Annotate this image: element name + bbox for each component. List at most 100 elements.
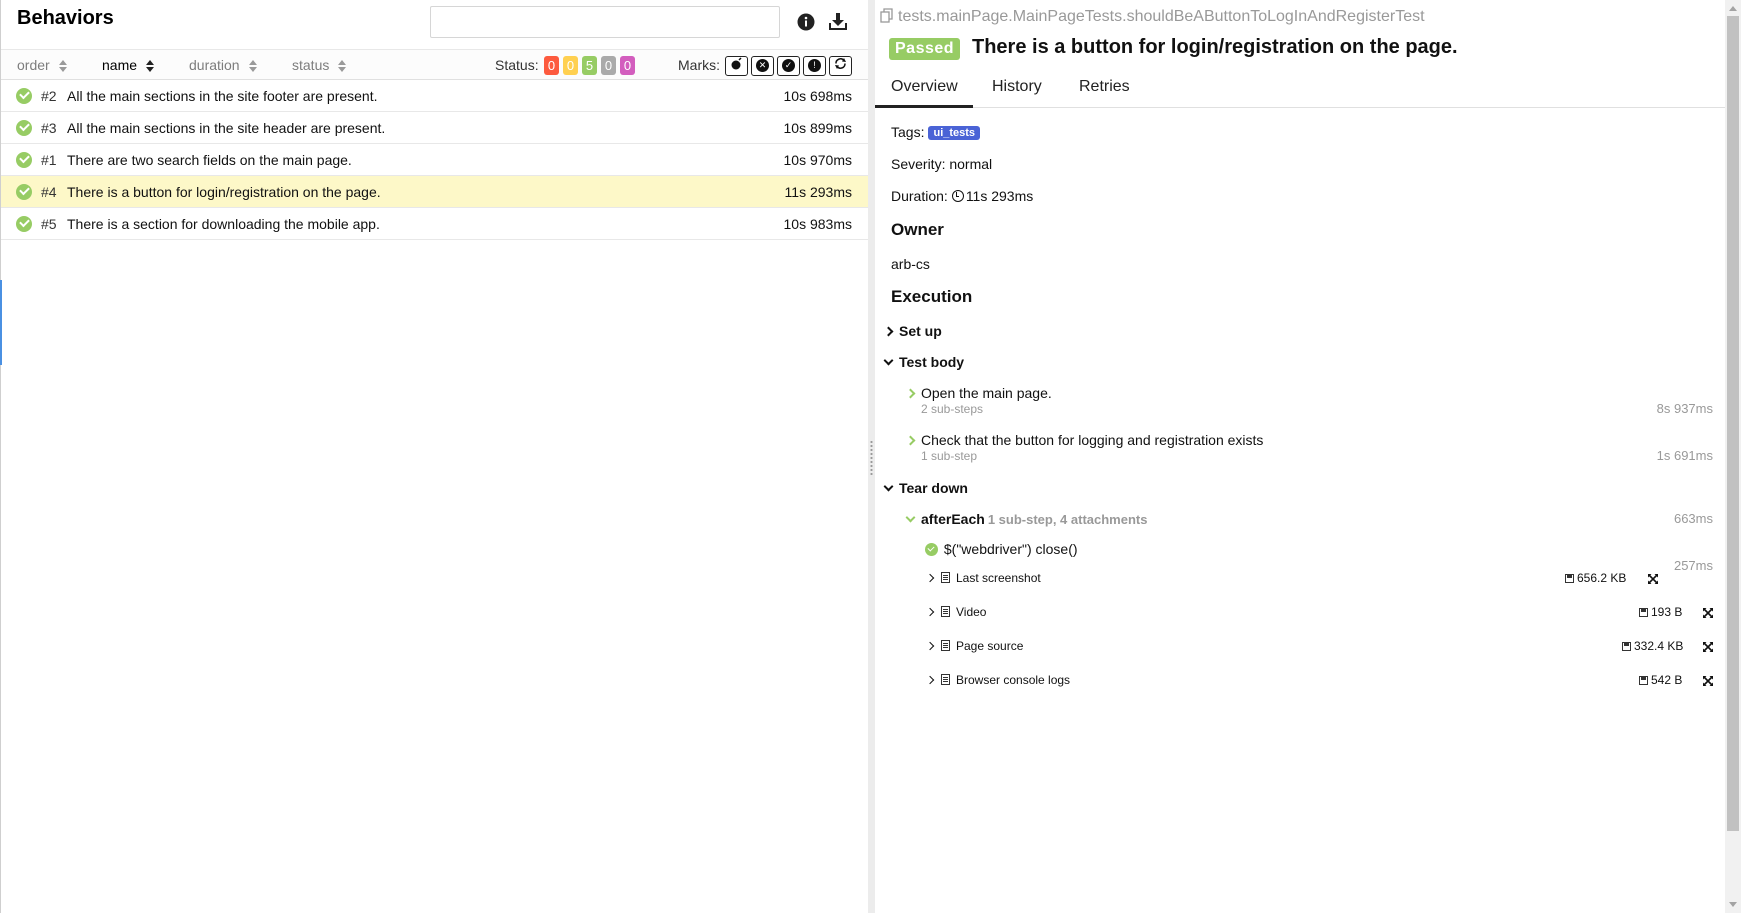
status-count-passed[interactable]: 5 [582,56,597,75]
attachment-page-source[interactable]: Page source [925,639,1023,653]
sort-order-label: order [17,57,50,73]
test-full-name[interactable]: tests.mainPage.MainPageTests.shouldBeABu… [880,8,1425,26]
test-duration: 11s 293ms [784,184,852,200]
passed-check-icon [16,88,32,104]
retries-icon[interactable] [829,56,852,76]
scroll-up-icon[interactable] [1729,6,1737,11]
status-count-skipped[interactable]: 0 [601,56,616,75]
search-input[interactable] [430,6,780,38]
setup-label: Set up [899,323,942,339]
list-item[interactable]: #2 All the main sections in the site foo… [1,80,869,112]
sort-arrows-icon [58,60,68,73]
duration-label: Duration: [891,188,948,204]
attachment-size: 332.4 KB [1622,639,1683,653]
disk-icon [1622,642,1631,651]
pane-edge-accent [0,280,2,365]
setup-group[interactable]: Set up [883,323,942,339]
test-title: All the main sections in the site header… [67,120,386,136]
detail-scrollbar[interactable] [1725,0,1741,913]
list-item[interactable]: #1 There are two search fields on the ma… [1,144,869,176]
video-file-icon [941,606,950,617]
expand-icon[interactable] [1647,573,1659,585]
passed-check-icon [16,152,32,168]
test-title-heading: There is a button for login/registration… [972,36,1458,58]
text-file-icon [941,640,950,651]
disk-icon [1639,608,1648,617]
chevron-right-icon [925,641,935,651]
list-item-selected[interactable]: #4 There is a button for login/registrat… [1,176,869,208]
test-full-name-text: tests.mainPage.MainPageTests.shouldBeABu… [898,8,1425,25]
new-passed-icon[interactable]: ✓ [777,56,800,76]
passed-check-icon [16,120,32,136]
tab-retries[interactable]: Retries [1079,78,1130,96]
flaky-icon[interactable] [725,56,748,76]
test-title: There are two search fields on the main … [67,152,352,168]
test-order: #1 [41,152,57,168]
tab-history[interactable]: History [992,78,1042,96]
test-duration: 10s 970ms [783,152,852,168]
attachment-name: Last screenshot [956,571,1041,585]
status-badge: Passed [889,38,961,60]
step-substeps: 1 sub-step [921,449,978,463]
attachment-size-value: 656.2 KB [1577,571,1627,585]
step-check-button[interactable]: Check that the button for logging and re… [905,432,1264,463]
chevron-right-icon [925,675,935,685]
duration-value: 11s 293ms [965,188,1034,204]
teardown-label: Tear down [899,480,968,496]
pane-splitter[interactable] [868,0,875,913]
severity-field: Severity: normal [891,156,993,172]
new-broken-icon[interactable]: ! [803,56,826,76]
marks-label: Marks: [678,57,720,73]
sort-name-label: name [102,57,138,73]
status-count-broken[interactable]: 0 [563,56,578,75]
tab-overview[interactable]: Overview [891,78,958,96]
tag-badge[interactable]: ui_tests [928,126,981,140]
sort-name[interactable]: name [102,57,155,73]
sort-order[interactable]: order [17,57,68,73]
after-each-step[interactable]: afterEach 1 sub-step, 4 attachments [905,511,1147,527]
scrollbar-thumb[interactable] [1727,16,1739,831]
test-body-label: Test body [899,354,965,370]
sort-duration[interactable]: duration [189,57,258,73]
substep-webdriver-close[interactable]: $("webdriver") close() [925,541,1078,557]
expand-icon[interactable] [1702,675,1714,687]
attachment-size-value: 193 B [1651,605,1683,619]
expand-icon[interactable] [1702,641,1714,653]
status-count-unknown[interactable]: 0 [620,56,635,75]
chevron-down-icon [905,512,916,523]
chevron-down-icon [883,355,894,366]
info-icon[interactable] [797,13,815,34]
test-duration: 10s 983ms [783,216,852,232]
list-item[interactable]: #5 There is a section for downloading th… [1,208,869,240]
scroll-down-icon[interactable] [1729,902,1737,907]
sort-status[interactable]: status [292,57,347,73]
expand-icon[interactable] [1702,607,1714,619]
passed-check-icon [16,216,32,232]
list-item[interactable]: #3 All the main sections in the site hea… [1,112,869,144]
attachment-size-value: 542 B [1651,673,1683,687]
new-failed-icon[interactable]: ✕ [751,56,774,76]
attachment-size: 542 B [1639,673,1682,687]
execution-heading: Execution [891,287,973,306]
test-order: #5 [41,216,57,232]
attachment-last-screenshot[interactable]: Last screenshot [925,571,1041,585]
splitter-grip[interactable] [870,440,873,476]
attachment-browser-console-logs[interactable]: Browser console logs [925,673,1070,687]
step-name: Check that the button for logging and re… [921,432,1264,448]
substep-name: $("webdriver") close() [943,541,1078,557]
test-body-group[interactable]: Test body [883,354,965,370]
passed-check-icon [925,543,938,556]
after-each-time: 663ms [1673,511,1713,526]
download-icon[interactable] [828,12,848,34]
teardown-group[interactable]: Tear down [883,480,968,496]
attachment-video[interactable]: Video [925,605,986,619]
step-open-main-page[interactable]: Open the main page. 2 sub-steps [905,385,1052,416]
copy-icon[interactable] [880,8,894,23]
disk-icon [1639,676,1648,685]
test-list: #2 All the main sections in the site foo… [1,80,869,240]
attachment-size: 193 B [1639,605,1682,619]
test-duration: 10s 698ms [783,88,852,104]
status-count-failed[interactable]: 0 [544,56,559,75]
pane-title: Behaviors [17,7,114,29]
duration-field: Duration: 11s 293ms [891,188,1033,204]
